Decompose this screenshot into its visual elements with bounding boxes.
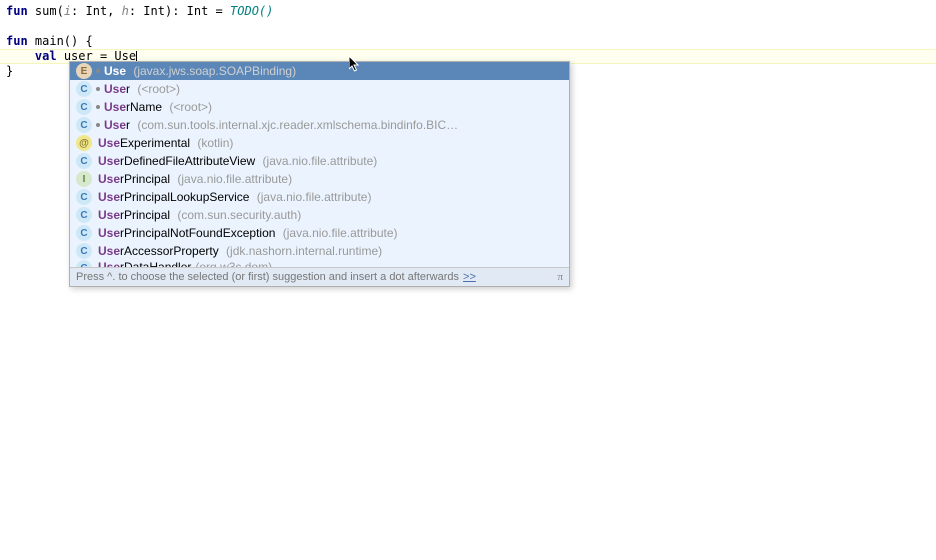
autocomplete-item[interactable]: C UserName (<root>) <box>70 98 569 116</box>
param-2: h <box>122 4 129 18</box>
todo-call: TODO() <box>230 4 273 18</box>
annotation-icon: @ <box>76 135 92 151</box>
class-icon: C <box>76 207 92 223</box>
interface-icon: I <box>76 171 92 187</box>
autocomplete-item[interactable]: @ UseExperimental (kotlin) <box>70 134 569 152</box>
pin-icon <box>96 123 100 127</box>
more-link[interactable]: >> <box>463 271 476 283</box>
autocomplete-label: UserPrincipalNotFoundException (java.nio… <box>98 226 563 240</box>
autocomplete-label: UserDataHandler(org.w3c.dom) <box>98 260 563 267</box>
keyword-fun: fun <box>6 4 28 18</box>
autocomplete-label: UserAccessorProperty (jdk.nashorn.intern… <box>98 244 563 258</box>
autocomplete-label: User (<root>) <box>104 82 563 96</box>
autocomplete-popup[interactable]: E Use (javax.jws.soap.SOAPBinding) C User (… <box>69 61 570 287</box>
autocomplete-label: UserPrincipal (java.nio.file.attribute) <box>98 172 563 186</box>
type-2: : Int): Int = <box>129 4 230 18</box>
type-1: : Int, <box>71 4 122 18</box>
class-icon: C <box>76 225 92 241</box>
autocomplete-label: Use (javax.jws.soap.SOAPBinding) <box>104 64 563 78</box>
autocomplete-label: User (com.sun.tools.internal.xjc.reader.… <box>104 118 563 132</box>
autocomplete-item[interactable]: C UserPrincipalNotFoundException (java.ni… <box>70 224 569 242</box>
pi-icon[interactable]: π <box>557 271 563 283</box>
autocomplete-item[interactable]: C UserAccessorProperty (jdk.nashorn.inter… <box>70 242 569 260</box>
class-icon: C <box>76 117 92 133</box>
enum-icon: E <box>76 63 92 79</box>
pin-icon <box>96 87 100 91</box>
code-line-3[interactable]: fun main() { <box>6 34 930 49</box>
autocomplete-item[interactable]: C UserDefinedFileAttributeView (java.nio.… <box>70 152 569 170</box>
code-line-1[interactable]: fun sum(i: Int, h: Int): Int = TODO() <box>6 4 930 19</box>
autocomplete-item[interactable]: E Use (javax.jws.soap.SOAPBinding) <box>70 62 569 80</box>
autocomplete-item-partial[interactable]: C UserDataHandler(org.w3c.dom) <box>70 260 569 267</box>
autocomplete-label: UserDefinedFileAttributeView (java.nio.f… <box>98 154 563 168</box>
autocomplete-footer: Press ^. to choose the selected (or firs… <box>70 267 569 286</box>
class-icon: C <box>76 260 92 267</box>
keyword-fun: fun <box>6 34 28 48</box>
class-icon: C <box>76 189 92 205</box>
autocomplete-label: UseExperimental (kotlin) <box>98 136 563 150</box>
brace-close: } <box>6 64 13 78</box>
autocomplete-item[interactable]: C UserPrincipal (com.sun.security.auth) <box>70 206 569 224</box>
indent <box>6 49 35 63</box>
pin-icon <box>96 69 100 73</box>
autocomplete-item[interactable]: I UserPrincipal (java.nio.file.attribute) <box>70 170 569 188</box>
autocomplete-item[interactable]: C User (<root>) <box>70 80 569 98</box>
class-icon: C <box>76 153 92 169</box>
footer-hint: Press ^. to choose the selected (or firs… <box>76 271 459 283</box>
fn-name: main() { <box>28 34 93 48</box>
code-line-2[interactable] <box>6 19 930 34</box>
class-icon: C <box>76 99 92 115</box>
autocomplete-label: UserPrincipalLookupService (java.nio.fil… <box>98 190 563 204</box>
fn-name: sum( <box>28 4 64 18</box>
autocomplete-item[interactable]: C User (com.sun.tools.internal.xjc.reader… <box>70 116 569 134</box>
keyword-val: val <box>35 49 57 63</box>
autocomplete-list: E Use (javax.jws.soap.SOAPBinding) C User (… <box>70 62 569 260</box>
pin-icon <box>96 105 100 109</box>
class-icon: C <box>76 243 92 259</box>
autocomplete-item[interactable]: C UserPrincipalLookupService (java.nio.fi… <box>70 188 569 206</box>
param-1: i <box>64 4 71 18</box>
autocomplete-label: UserPrincipal (com.sun.security.auth) <box>98 208 563 222</box>
class-icon: C <box>76 81 92 97</box>
autocomplete-label: UserName (<root>) <box>104 100 563 114</box>
